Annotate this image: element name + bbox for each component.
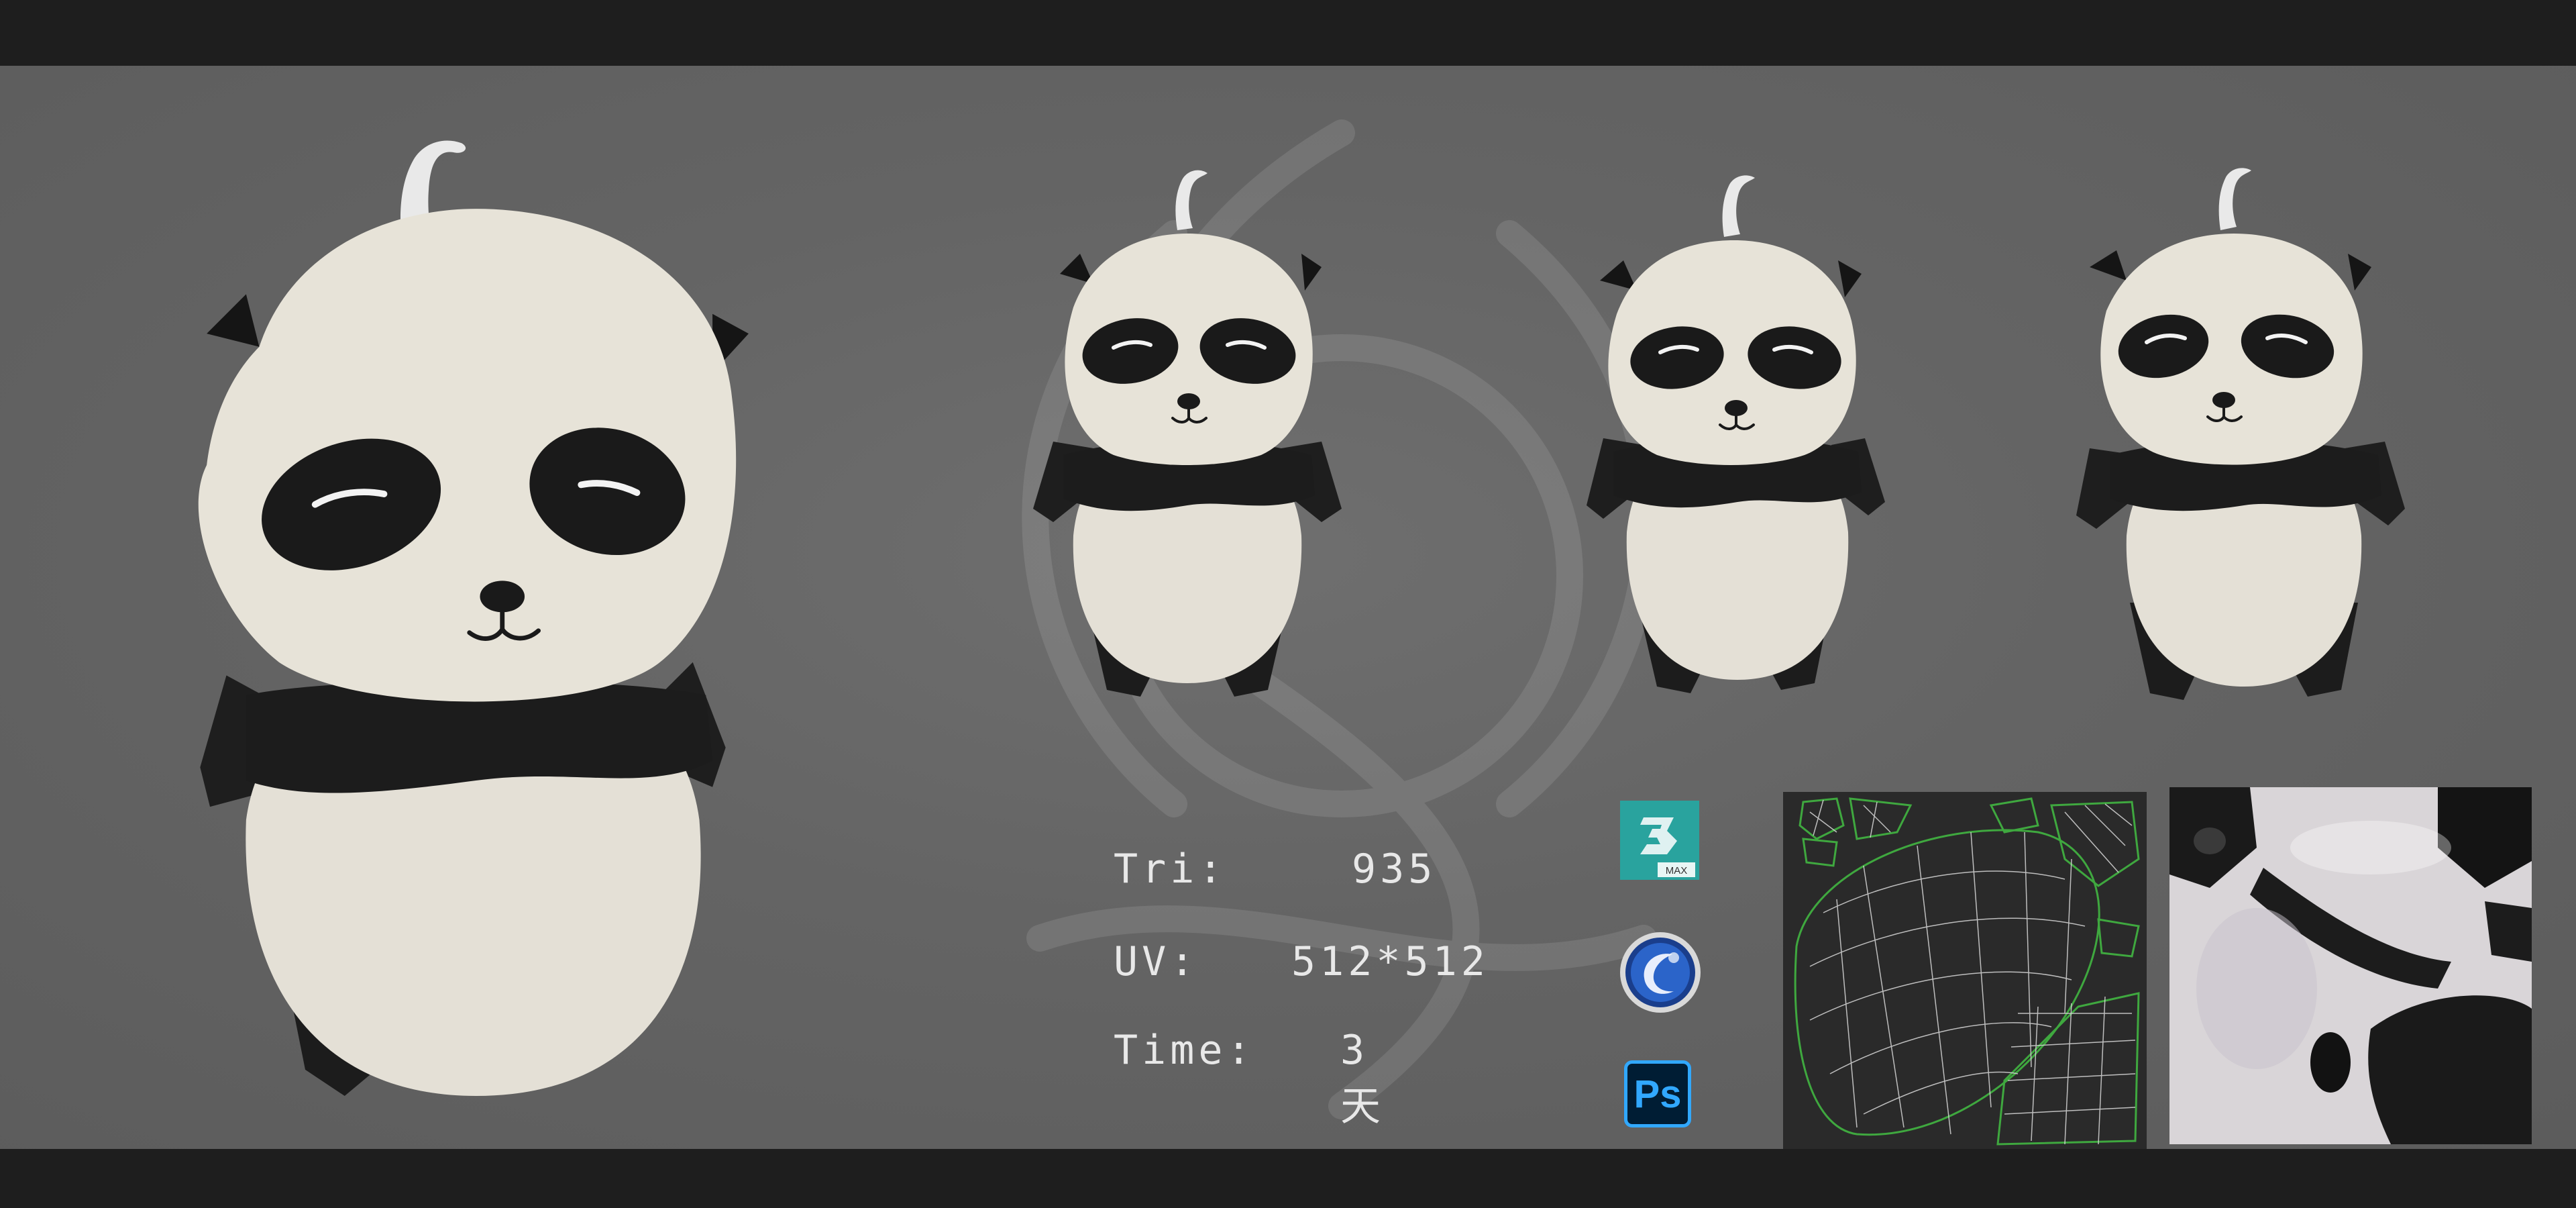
top-frame-bar <box>0 0 2576 66</box>
triangle-count-label: Tri: <box>1114 846 1227 893</box>
panda-render-side <box>2076 168 2405 700</box>
uv-size-value: 512*512 <box>1291 938 1489 985</box>
3ds-max-icon: MAX <box>1620 801 1699 880</box>
panda-render-three-quarter <box>1587 175 1885 693</box>
diffuse-texture-preview <box>2169 787 2532 1144</box>
panda-render-main <box>198 140 749 1096</box>
3ds-max-caption: MAX <box>1666 865 1688 876</box>
uv-size-label: UV: <box>1114 938 1199 985</box>
time-spent-value: 3天 <box>1340 1027 1385 1130</box>
time-spent-label: Time: <box>1114 1027 1255 1074</box>
triangle-count-value: 935 <box>1352 846 1437 893</box>
photoshop-icon: Ps <box>1624 1060 1691 1127</box>
uv-layout-preview <box>1783 792 2147 1151</box>
cinema-4d-icon <box>1620 932 1701 1013</box>
bottom-frame-bar <box>0 1149 2576 1208</box>
panda-render-front <box>1033 170 1342 697</box>
